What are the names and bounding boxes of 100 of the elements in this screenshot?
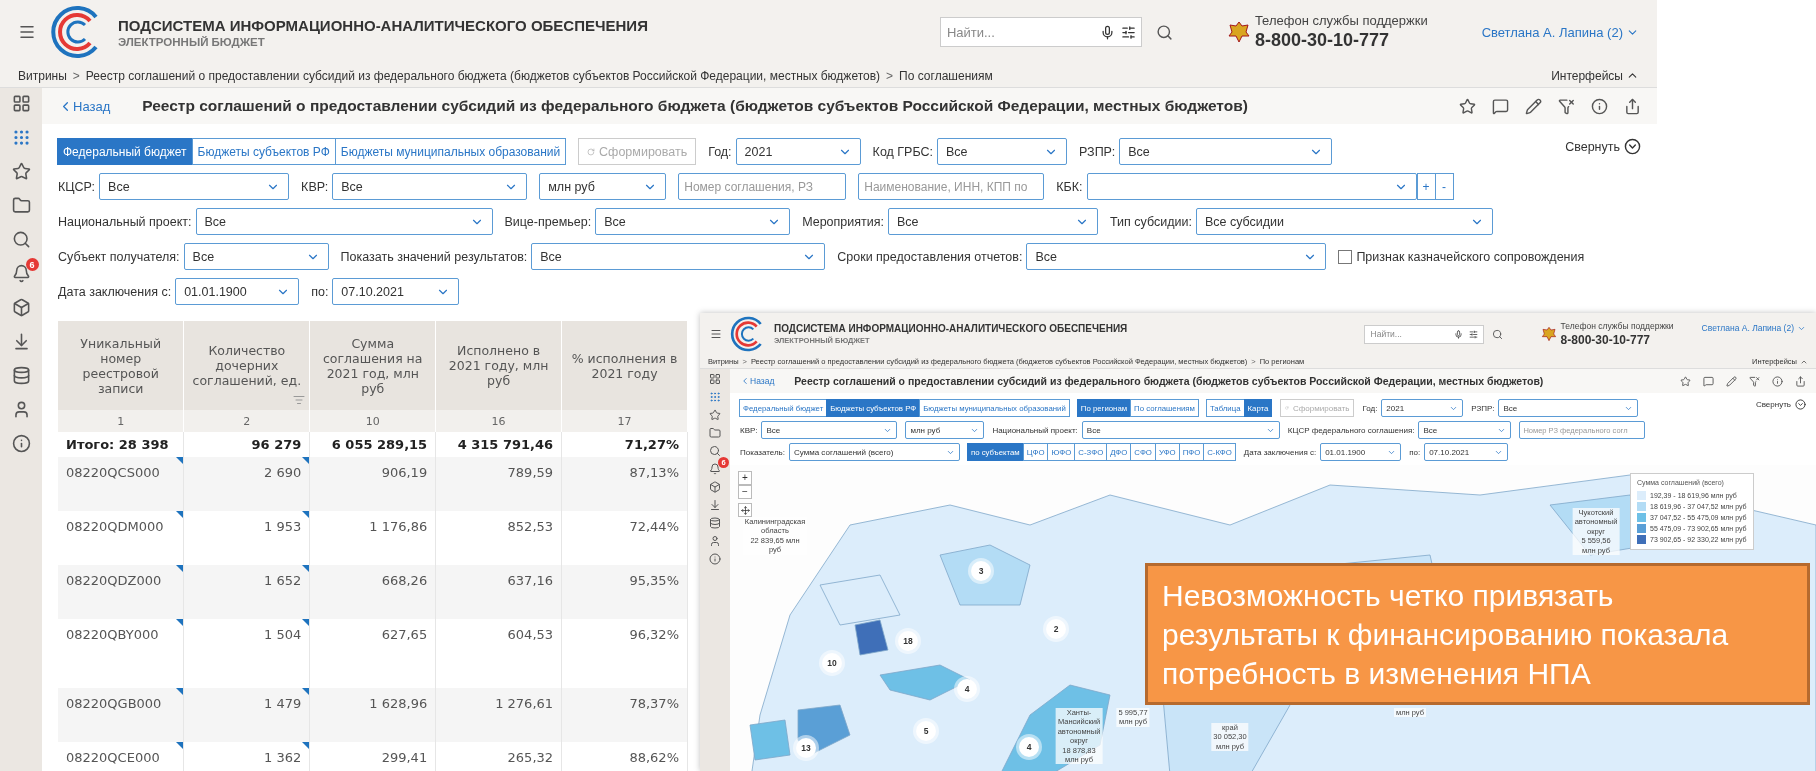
share-icon[interactable] xyxy=(1624,97,1641,115)
search-icon[interactable] xyxy=(11,230,31,249)
star-icon[interactable] xyxy=(11,162,31,181)
sliders-icon[interactable] xyxy=(1468,329,1478,339)
info-icon[interactable] xyxy=(1772,375,1783,387)
download-icon[interactable] xyxy=(709,499,721,511)
filter-tab[interactable]: Бюджеты субъектов РФ xyxy=(191,138,336,165)
comment-icon[interactable] xyxy=(1703,375,1714,387)
field-label: Субъект получателя: xyxy=(58,249,180,264)
pencil-icon[interactable] xyxy=(1525,97,1542,115)
table-row[interactable]: 08220QDM000 1 953 1 176,86 852,53 72,44% xyxy=(58,511,688,565)
bell-icon[interactable] xyxy=(11,264,31,283)
dropdown[interactable]: Все xyxy=(1026,243,1327,270)
collapse-button[interactable]: Свернуть xyxy=(1755,399,1806,410)
info-icon[interactable] xyxy=(11,434,31,453)
microphone-icon[interactable] xyxy=(1099,24,1115,40)
back-link[interactable]: Назад xyxy=(740,376,775,386)
filter-clear-icon[interactable] xyxy=(1749,375,1760,387)
folder-icon[interactable] xyxy=(11,196,31,215)
filter-tab[interactable]: Бюджеты муниципальных образований xyxy=(334,138,567,165)
input-field[interactable]: Номер соглашения, РЗ xyxy=(678,173,847,200)
dropdown[interactable]: Все xyxy=(595,208,791,235)
share-icon[interactable] xyxy=(1795,375,1806,387)
dropdown[interactable]: Все субсидии xyxy=(1195,208,1493,235)
search-icon[interactable] xyxy=(1491,328,1503,340)
zoom-button[interactable]: + xyxy=(738,471,752,485)
apps-icon[interactable] xyxy=(709,391,721,403)
star-icon[interactable] xyxy=(1459,97,1476,115)
table-row[interactable]: 08220QGB000 1 479 1 628,96 1 276,61 78,37% xyxy=(58,688,688,742)
bell-icon[interactable] xyxy=(709,463,721,475)
dropdown[interactable]: 2021 xyxy=(735,138,861,165)
back-link[interactable]: Назад xyxy=(58,98,111,114)
search-icon[interactable] xyxy=(709,445,721,457)
menu-icon[interactable] xyxy=(710,328,722,340)
dropdown[interactable]: Все xyxy=(761,421,898,439)
apps-icon[interactable] xyxy=(11,128,31,147)
info-icon[interactable] xyxy=(1591,97,1608,115)
interfaces-button[interactable]: Интерфейсы xyxy=(1551,68,1639,83)
dropdown[interactable]: 07.10.2021 xyxy=(1424,443,1509,461)
checkbox[interactable] xyxy=(1338,249,1353,264)
dropdown[interactable]: Все xyxy=(937,138,1067,165)
dropdown[interactable] xyxy=(1086,173,1417,200)
table-cell: 08220QCE000 xyxy=(66,750,160,765)
comment-icon[interactable] xyxy=(1492,97,1509,115)
search-icon[interactable] xyxy=(1155,23,1173,41)
user-icon[interactable] xyxy=(709,535,721,547)
total-cell: Итого: 28 398 xyxy=(66,437,169,452)
star-icon[interactable] xyxy=(1680,375,1691,387)
zoom-button[interactable]: − xyxy=(738,485,752,499)
user-menu[interactable]: Светлана А. Лапина (2) xyxy=(1481,24,1639,40)
dropdown[interactable]: Все xyxy=(332,173,528,200)
dropdown[interactable]: 07.10.2021 xyxy=(332,278,460,305)
dropdown[interactable]: млн руб xyxy=(905,421,985,439)
filter-tab[interactable]: Федеральный бюджет xyxy=(57,138,193,165)
stepper-button[interactable]: + xyxy=(1416,173,1436,200)
table-row[interactable]: 08220QDZ000 1 652 668,26 637,16 95,35% xyxy=(58,565,688,619)
search-field[interactable]: Найти... xyxy=(939,17,1142,47)
search-field[interactable]: Найти... xyxy=(1363,324,1484,344)
dropdown[interactable]: млн руб xyxy=(539,173,667,200)
table-row[interactable]: 08220QBY000 1 504 627,65 604,53 96,32% xyxy=(58,619,688,688)
breadcrumb-link[interactable]: Реестр соглашений о предоставлении субсидий из федерального бюджета (бюджетов субъектов Российской Федерации, местных бюджетов) xyxy=(85,68,881,83)
cube-icon[interactable] xyxy=(709,481,721,493)
dropdown[interactable]: 01.01.1900 xyxy=(1320,443,1402,461)
input-field[interactable]: Наименование, ИНН, КПП по xyxy=(858,173,1045,200)
grid-icon[interactable] xyxy=(709,373,721,385)
dropdown[interactable]: Все xyxy=(99,173,290,200)
star-icon[interactable] xyxy=(709,409,721,421)
dropdown[interactable]: Все xyxy=(1418,421,1512,439)
dropdown[interactable]: 01.01.1900 xyxy=(175,278,300,305)
dropdown[interactable]: Все xyxy=(887,208,1098,235)
dropdown[interactable]: Все xyxy=(531,243,826,270)
menu-icon[interactable] xyxy=(18,23,36,41)
folder-icon[interactable] xyxy=(709,427,721,439)
dropdown[interactable]: Все xyxy=(195,208,493,235)
pencil-icon[interactable] xyxy=(1726,375,1737,387)
info-icon[interactable] xyxy=(709,553,721,565)
dropdown[interactable]: Сумма соглашений (всего) xyxy=(789,443,960,461)
cube-icon[interactable] xyxy=(11,298,31,317)
database-icon[interactable] xyxy=(11,366,31,385)
table-cell: 789,59 xyxy=(507,465,554,480)
dropdown[interactable]: Все xyxy=(183,243,329,270)
column-header: % исполнения в 2021 году xyxy=(571,350,678,381)
breadcrumb-link[interactable]: Витрины xyxy=(18,68,67,83)
filter-clear-icon[interactable] xyxy=(1558,97,1575,115)
field-label: КЦСР федерального соглашения: xyxy=(1287,425,1415,435)
dropdown[interactable]: Все xyxy=(1498,399,1639,417)
database-icon[interactable] xyxy=(709,517,721,529)
dropdown[interactable]: 2021 xyxy=(1381,399,1464,417)
sliders-icon[interactable] xyxy=(1120,24,1136,40)
grid-icon[interactable] xyxy=(11,94,31,113)
dropdown[interactable]: Все xyxy=(1081,421,1280,439)
user-menu[interactable]: Светлана А. Лапина (2) xyxy=(1701,323,1806,333)
column-header: Уникальный номер реестровой записи xyxy=(80,335,161,396)
dropdown[interactable]: Все xyxy=(1119,138,1333,165)
pan-button[interactable] xyxy=(738,503,752,517)
table-row[interactable]: 08220QCS000 2 690 906,19 789,59 87,13% xyxy=(58,457,688,511)
table-row[interactable]: 08220QCE000 1 362 299,41 265,32 88,62% xyxy=(58,742,688,771)
field-label: КВР: xyxy=(740,425,758,435)
collapse-button[interactable]: Свернуть xyxy=(1565,138,1641,155)
breadcrumb-link[interactable]: По соглашениям xyxy=(899,68,993,83)
